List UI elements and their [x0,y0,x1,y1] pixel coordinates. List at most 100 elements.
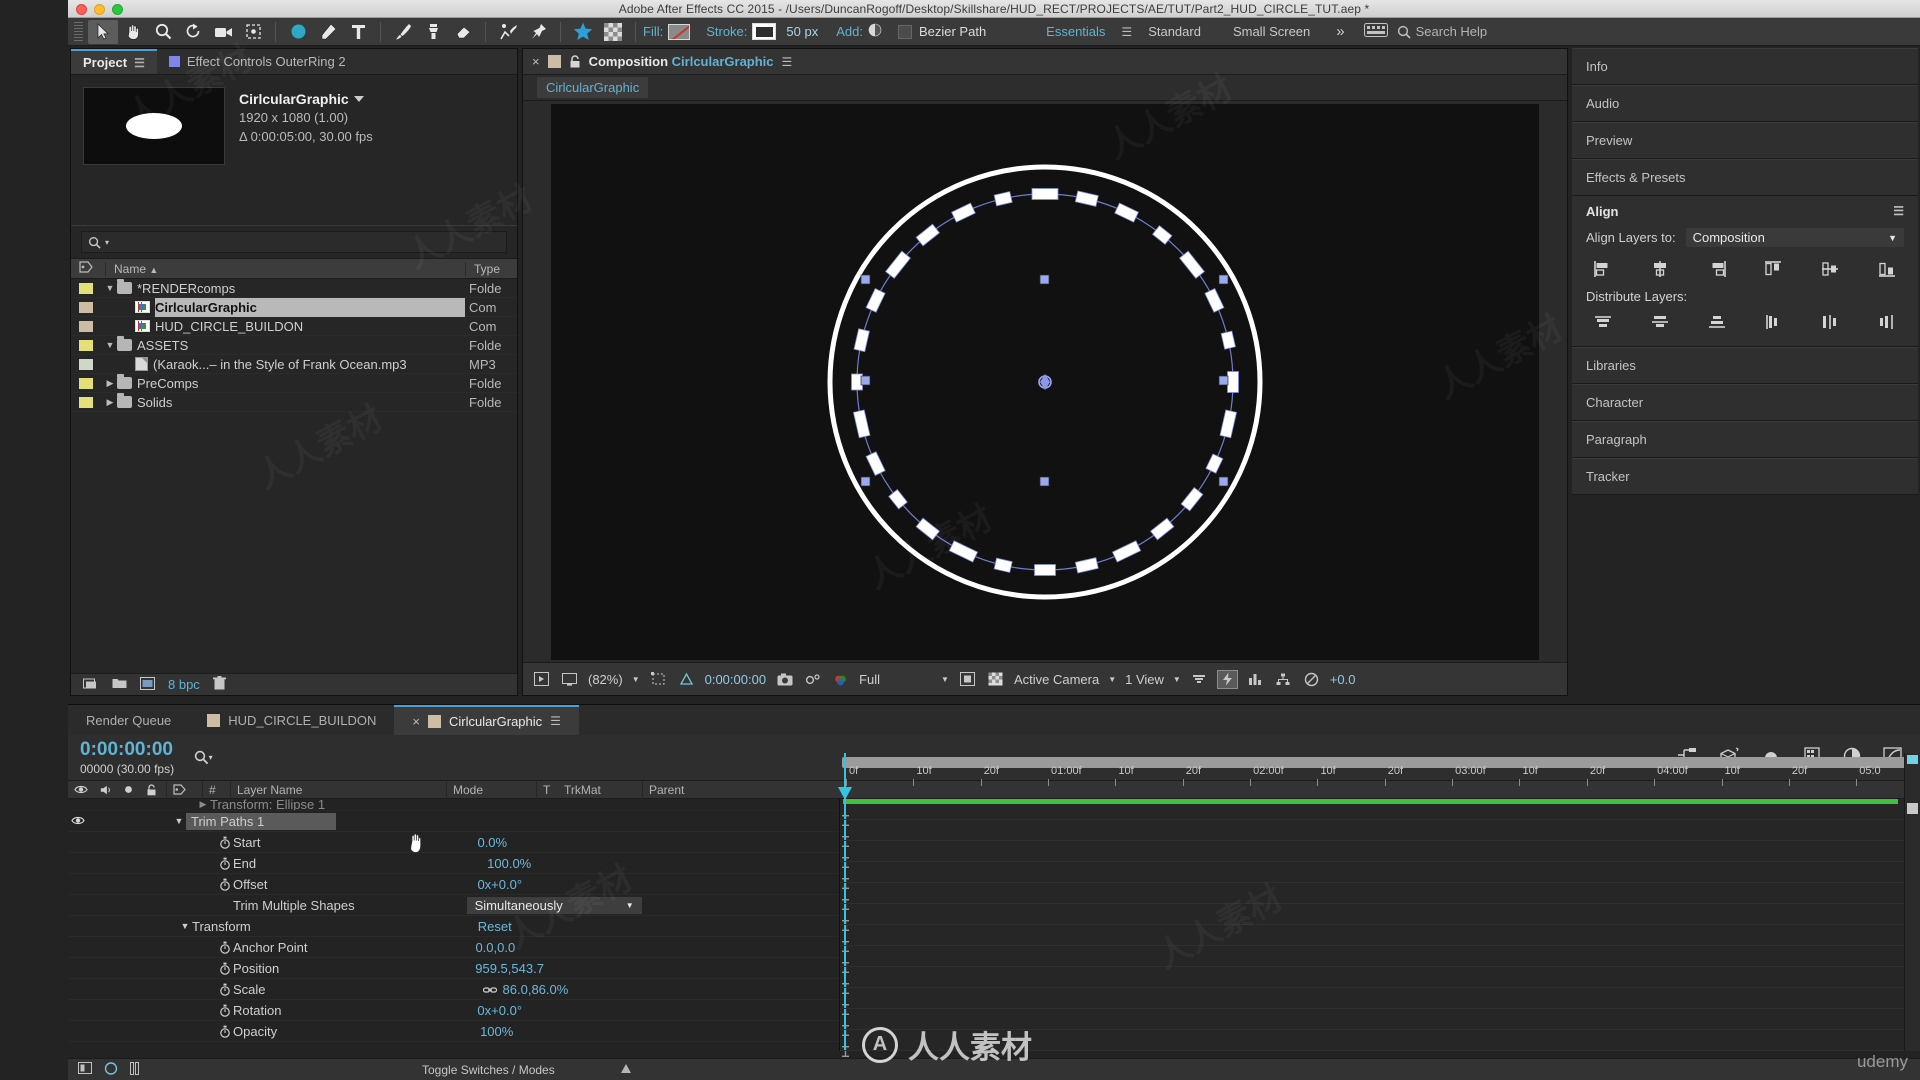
eraser-tool-icon[interactable] [448,20,478,44]
item-label-color[interactable] [79,301,93,313]
add-menu-icon[interactable] [868,23,882,40]
solo-icon[interactable] [118,781,140,799]
stopwatch-icon[interactable] [216,857,233,870]
stroke-swatch[interactable] [752,23,777,40]
main-viewer-icon[interactable] [560,671,579,688]
property-row[interactable]: End 100.0% [68,853,839,874]
zoom-tool-icon[interactable] [148,20,178,44]
property-name-cell[interactable]: Opacity [233,1024,277,1039]
property-name[interactable]: Opacity [233,1024,277,1039]
camera-tool-icon[interactable] [208,20,238,44]
label-column-header[interactable] [166,780,202,799]
stopwatch-icon[interactable] [216,1025,233,1038]
interpret-footage-icon[interactable] [83,677,99,693]
keyboard-shortcut-icon[interactable] [1355,23,1397,40]
property-row[interactable]: Position 959.5,543.7 [68,958,839,979]
close-timeline-tab-icon[interactable]: × [412,714,420,729]
property-name-cell[interactable]: Trim Multiple Shapes [233,898,355,913]
property-row[interactable]: Opacity 100% [68,1021,839,1042]
align-panel-menu-icon[interactable]: ☰ [1893,204,1904,218]
distribute-right-button[interactable] [1872,310,1902,334]
property-name[interactable]: Trim Paths 1 [191,814,264,829]
toolbar-grip[interactable] [74,21,83,42]
show-snapshot-icon[interactable] [803,671,822,688]
property-value[interactable]: 100% [480,1024,513,1039]
property-value[interactable]: 86.0,86.0% [503,982,569,997]
item-label-color[interactable] [79,377,93,389]
property-twirl-icon[interactable]: ▼ [178,921,192,931]
item-name-cell[interactable]: PreComps [137,374,465,393]
scale-link-icon[interactable] [482,982,497,997]
path-mode-label[interactable]: Bezier Path [919,24,986,39]
panel-info[interactable]: Info [1572,48,1918,85]
close-composition-icon[interactable]: × [532,54,540,69]
composition-panel-menu-icon[interactable]: ☰ [782,55,793,69]
project-item-row[interactable]: ▼ ASSETS Folde [71,336,517,355]
distribute-vertical-center-button[interactable] [1645,310,1675,334]
property-row[interactable]: Trim Multiple Shapes Simultaneously ▼ [68,895,839,916]
stroke-width-value[interactable]: 50 px [786,24,818,39]
property-name[interactable]: Transform [192,919,251,934]
property-visibility-icon[interactable] [68,814,88,829]
property-name[interactable]: Anchor Point [233,940,307,955]
project-item-row[interactable]: ▶ PreComps Folde [71,374,517,393]
align-top-button[interactable] [1758,257,1788,281]
item-name-cell[interactable]: ASSETS [137,336,465,355]
timeline-graph-area[interactable]: 0f 10f 20f 01:00f 10f 20f 02:00f 10f 20f 03:00f 10… [838,753,1920,1057]
property-name-cell[interactable]: Position [233,961,279,976]
item-label-color[interactable] [79,358,93,370]
property-name[interactable]: Scale [233,982,266,997]
property-name[interactable]: Transform: Ellipse 1 [210,799,325,810]
search-dropdown-icon[interactable]: ▾ [105,238,109,247]
property-name[interactable]: Rotation [233,1003,281,1018]
zoom-dropdown-icon[interactable]: ▼ [632,675,640,684]
lock-icon[interactable] [569,55,581,68]
item-label-color[interactable] [79,320,93,332]
item-twirl-icon[interactable]: ▶ [103,378,117,389]
project-panel-menu-icon[interactable]: ☰ [134,56,145,70]
workspace-menu-icon[interactable]: ☰ [1121,25,1132,39]
stopwatch-icon[interactable] [216,878,233,891]
puppet-pin-tool-icon[interactable] [523,20,553,44]
align-vertical-center-button[interactable] [1815,257,1845,281]
new-folder-icon[interactable] [112,677,127,692]
transparency-grid-toggle-icon[interactable] [677,671,696,688]
timeline-graph-icon[interactable] [1246,671,1265,688]
pixel-aspect-correction-icon[interactable] [1190,671,1209,688]
property-value[interactable]: 0.0,0.0 [475,940,515,955]
type-tool-icon[interactable] [343,20,373,44]
comp-flowchart-icon[interactable] [1274,671,1293,688]
property-name-cell[interactable]: Start [233,835,260,850]
panel-tracker[interactable]: Tracker [1572,458,1918,495]
close-window-button[interactable] [76,4,87,15]
path-type-swatch[interactable] [897,24,912,39]
camera-dropdown-icon[interactable]: ▼ [1108,675,1116,684]
hand-tool-icon[interactable] [118,20,148,44]
property-value[interactable]: 0x+0.0° [477,877,522,892]
snapshot-icon[interactable] [775,671,794,688]
resolution-dropdown-icon[interactable]: ▼ [941,675,949,684]
panel-effects-presets[interactable]: Effects & Presets [1572,159,1918,196]
property-row[interactable]: Anchor Point 0.0,0.0 [68,937,839,958]
property-row[interactable]: Scale 86.0,86.0% [68,979,839,1000]
lock-layer-icon[interactable] [140,781,166,799]
property-row[interactable]: ▼ Trim Paths 1 [68,811,839,832]
toggle-mask-icon[interactable] [986,671,1005,688]
property-row[interactable]: ▶ Transform: Ellipse 1 [68,799,839,811]
search-help-box[interactable]: Search Help [1397,24,1487,39]
trkmat-header[interactable]: TrkMat [558,781,642,799]
pan-behind-tool-icon[interactable] [238,20,268,44]
project-item-row[interactable]: (Karaok...– in the Style of Frank Ocean.… [71,355,517,374]
breadcrumb-item[interactable]: CirlcularGraphic [537,77,649,98]
parent-header[interactable]: Parent [642,780,840,799]
views-value[interactable]: 1 View [1125,672,1164,687]
region-of-interest-icon[interactable] [649,671,668,688]
favorite-star-icon[interactable] [568,20,598,44]
item-label-color[interactable] [79,282,93,294]
stopwatch-icon[interactable] [216,983,233,996]
region-preview-icon[interactable] [958,671,977,688]
timeline-panel-menu-icon[interactable]: ☰ [550,714,561,728]
workspace-essentials[interactable]: Essentials [1030,24,1121,39]
item-name-cell[interactable]: (Karaok...– in the Style of Frank Ocean.… [153,355,465,374]
roto-brush-tool-icon[interactable] [493,20,523,44]
